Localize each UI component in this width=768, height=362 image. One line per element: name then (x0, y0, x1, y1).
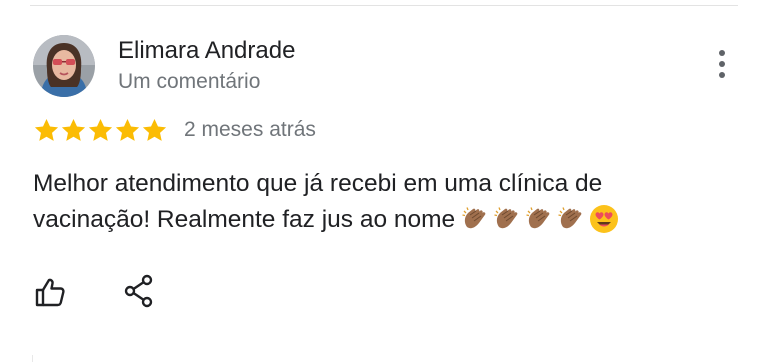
star-icon (115, 118, 140, 141)
star-icon (88, 118, 113, 141)
share-button[interactable] (122, 274, 156, 308)
like-button[interactable] (33, 275, 67, 309)
clapping-hands-icon (462, 207, 486, 229)
author-review-count: Um comentário (118, 70, 261, 93)
author-name[interactable]: Elimara Andrade (118, 36, 295, 66)
star-rating (33, 117, 168, 144)
review-body: Melhor atendimento que já recebi em uma … (33, 166, 723, 238)
clapping-hands-icon (494, 207, 518, 229)
top-divider (30, 5, 738, 6)
star-icon (34, 118, 59, 141)
clapping-hands-icon (526, 207, 550, 229)
more-options-button[interactable] (708, 46, 736, 82)
review-date: 2 meses atrás (184, 118, 316, 141)
clapping-hands-icon (558, 207, 582, 229)
rating-row: 2 meses atrás (33, 115, 316, 145)
heart-eyes-emoji-icon (590, 205, 619, 233)
more-vert-icon (719, 50, 725, 78)
bottom-divider (32, 355, 33, 362)
share-icon (124, 274, 153, 308)
star-icon (142, 118, 167, 141)
emoji-group (461, 204, 619, 234)
star-icon (61, 118, 86, 141)
thumbs-up-icon (35, 278, 65, 307)
avatar[interactable] (33, 35, 95, 97)
